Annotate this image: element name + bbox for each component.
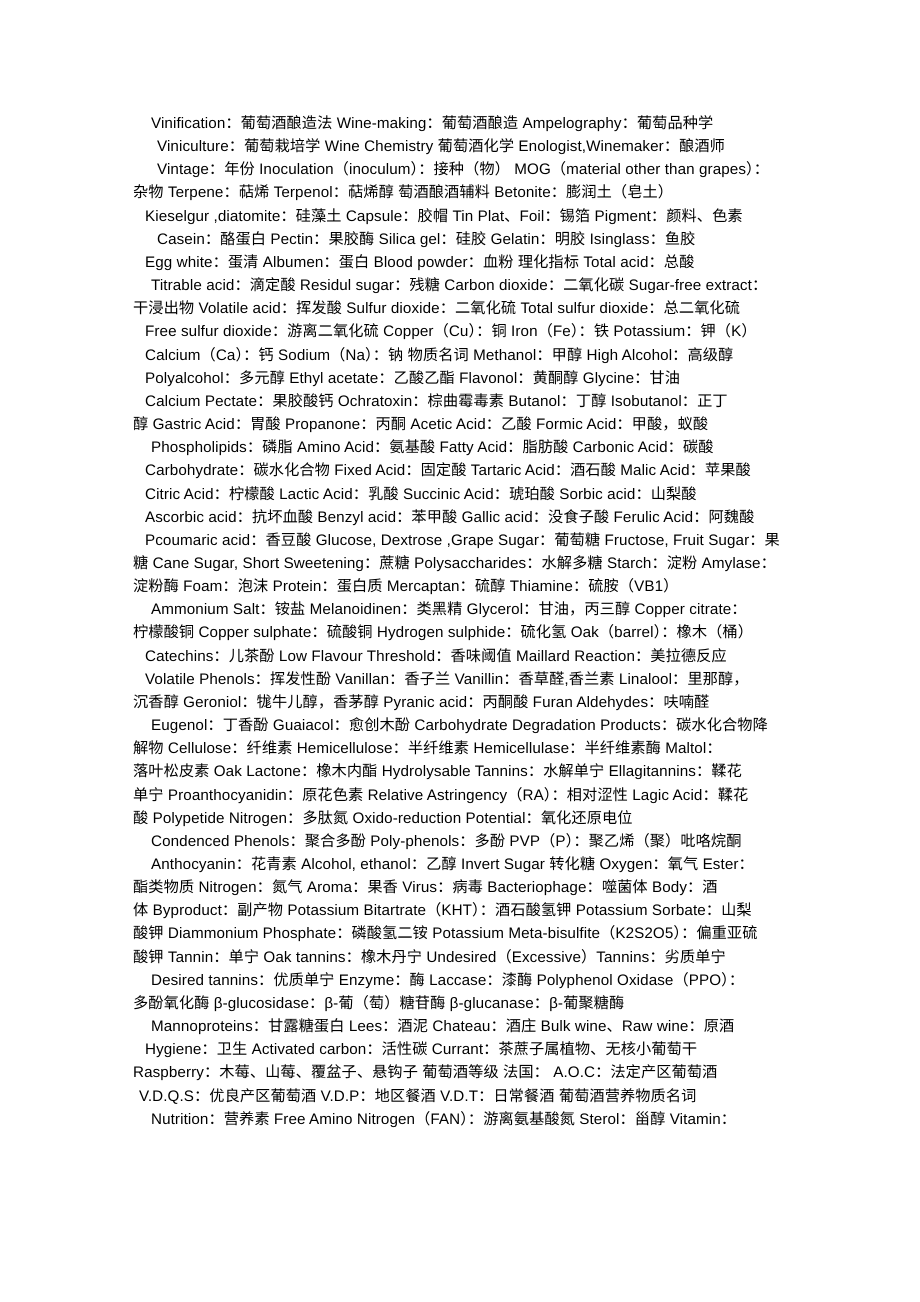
glossary-line: 糖 Cane Sugar, Short Sweetening：蔗糖 Polysa… (133, 554, 776, 572)
document-page: Vinification：葡萄酒酿造法 Wine-making：葡萄酒酿造 Am… (0, 0, 920, 1302)
glossary-line: 淀粉酶 Foam：泡沫 Protein：蛋白质 Mercaptan：硫醇 Thi… (133, 578, 679, 596)
glossary-line: 多酚氧化酶 β-glucosidase：β-葡（萄）糖苷酶 β-glucanas… (133, 994, 625, 1012)
glossary-line: Condenced Phenols：聚合多酚 Poly-phenols：多酚 P… (151, 832, 742, 850)
glossary-line: 干浸出物 Volatile acid：挥发酸 Sulfur dioxide：二氧… (133, 300, 740, 318)
glossary-line: Catechins：儿茶酚 Low Flavour Threshold：香味阈值… (145, 647, 727, 665)
glossary-line: 解物 Cellulose：纤维素 Hemicellulose：半纤维素 Hemi… (133, 740, 722, 758)
glossary-line: Kieselgur ,diatomite：硅藻土 Capsule：胶帽 Tin … (145, 207, 743, 225)
glossary-line: Volatile Phenols：挥发性酚 Vanillan：香子兰 Vanil… (145, 670, 749, 688)
glossary-line: Free sulfur dioxide：游离二氧化硫 Copper（Cu）：铜 … (145, 323, 757, 341)
glossary-line: 醇 Gastric Acid：胃酸 Propanone：丙酮 Acetic Ac… (133, 416, 709, 434)
glossary-line: 杂物 Terpene：萜烯 Terpenol：萜烯醇 萄酒酿酒辅料 Betoni… (133, 184, 674, 202)
glossary-line: 酯类物质 Nitrogen：氮气 Aroma：果香 Virus：病毒 Bacte… (133, 879, 718, 897)
glossary-line: 酸钾 Diammonium Phosphate：磷酸氢二铵 Potassium … (133, 925, 758, 943)
glossary-line: Eugenol：丁香酚 Guaiacol：愈创木酚 Carbohydrate D… (151, 717, 768, 735)
glossary-line: Calcium Pectate：果胶酸钙 Ochratoxin：棕曲霉毒素 Bu… (145, 392, 728, 410)
glossary-line: 落叶松皮素 Oak Lactone：橡木内酯 Hydrolysable Tann… (133, 763, 742, 781)
glossary-line: Calcium（Ca）：钙 Sodium（Na）：钠 物质名词 Methanol… (145, 346, 734, 364)
glossary-line: Viniculture：葡萄栽培学 Wine Chemistry 葡萄酒化学 E… (157, 138, 725, 156)
glossary-line: 柠檬酸铜 Copper sulphate：硫酸铜 Hydrogen sulphi… (133, 624, 753, 642)
glossary-line: Anthocyanin：花青素 Alcohol, ethanol：乙醇 Inve… (151, 856, 754, 873)
glossary-line: 酸钾 Tannin：单宁 Oak tannins：橡木丹宁 Undesired（… (133, 948, 726, 966)
glossary-line: 体 Byproduct：副产物 Potassium Bitartrate（KHT… (133, 902, 752, 920)
glossary-line: Vinification：葡萄酒酿造法 Wine-making：葡萄酒酿造 Am… (151, 115, 714, 132)
glossary-line: Nutrition：营养素 Free Amino Nitrogen（FAN）：游… (151, 1110, 737, 1128)
glossary-line: Hygiene：卫生 Activated carbon：活性碳 Currant：… (145, 1041, 698, 1059)
glossary-line: 单宁 Proanthocyanidin：原花色素 Relative Astrin… (133, 786, 749, 804)
glossary-line: Casein：酪蛋白 Pectin：果胶酶 Silica gel：硅胶 Gela… (157, 230, 696, 248)
glossary-line: Egg white：蛋清 Albumen：蛋白 Blood powder：血粉 … (145, 253, 695, 271)
glossary-line: Ammonium Salt：铵盐 Melanoidinen：类黑精 Glycer… (151, 601, 747, 619)
glossary-line: Carbohydrate：碳水化合物 Fixed Acid：固定酸 Tartar… (145, 462, 751, 480)
glossary-line: 酸 Polypetide Nitrogen：多肽氮 Oxido-reductio… (133, 809, 633, 827)
glossary-line: Desired tannins：优质单宁 Enzyme：酶 Laccase：漆酶… (151, 971, 745, 989)
glossary-line: Citric Acid：柠檬酸 Lactic Acid：乳酸 Succinic … (145, 485, 697, 503)
glossary-line: Mannoproteins：甘露糖蛋白 Lees：酒泥 Chateau：酒庄 B… (151, 1018, 735, 1036)
glossary-line: Titrable acid：滴定酸 Residul sugar：残糖 Carbo… (151, 277, 768, 295)
glossary-line: Ascorbic acid：抗坏血酸 Benzyl acid：苯甲酸 Galli… (145, 508, 755, 526)
glossary-line: Raspberry：木莓、山莓、覆盆子、悬钩子 葡萄酒等级 法国： A.O.C：… (133, 1064, 718, 1082)
glossary-line: Phospholipids：磷脂 Amino Acid：氨基酸 Fatty Ac… (151, 439, 714, 457)
glossary-line: Polyalcohol：多元醇 Ethyl acetate：乙酸乙酯 Flavo… (145, 369, 680, 387)
glossary-line: Vintage：年份 Inoculation（inoculum）：接种（物） M… (157, 161, 770, 179)
glossary-line: 沉香醇 Geroniol：牻牛儿醇，香茅醇 Pyranic acid：丙酮酸 F… (133, 693, 710, 711)
glossary-text-block: Vinification：葡萄酒酿造法 Wine-making：葡萄酒酿造 Am… (133, 112, 788, 1131)
glossary-line: Pcoumaric acid：香豆酸 Glucose, Dextrose ,Gr… (145, 531, 780, 549)
glossary-line: V.D.Q.S：优良产区葡萄酒 V.D.P：地区餐酒 V.D.T：日常餐酒 葡萄… (139, 1087, 697, 1105)
